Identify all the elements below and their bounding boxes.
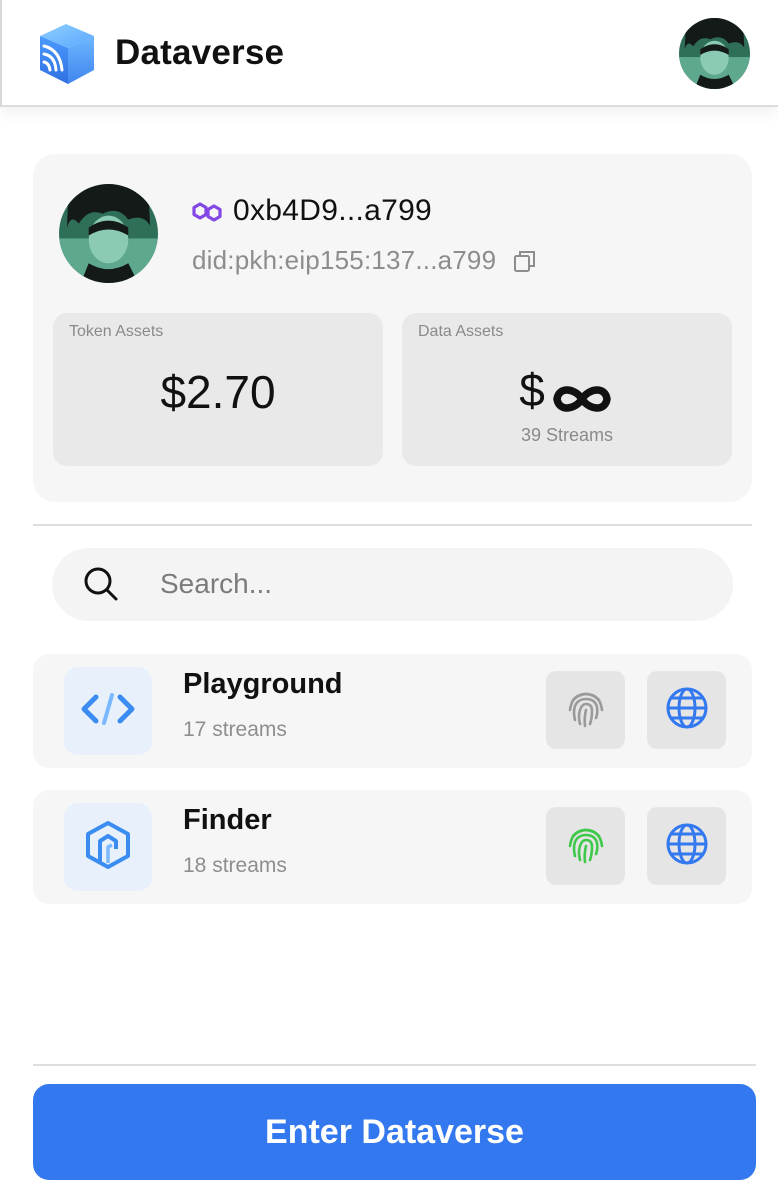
data-assets-box: Data Assets $ 39 Streams [402, 313, 732, 466]
divider [33, 1064, 756, 1066]
profile-card: 0xb4D9...a799 did:pkh:eip155:137...a799 … [33, 154, 752, 502]
search-input[interactable] [158, 562, 698, 606]
enter-dataverse-button[interactable]: Enter Dataverse [33, 1084, 756, 1180]
token-assets-label: Token Assets [69, 323, 164, 340]
did-identifier: did:pkh:eip155:137...a799 [192, 245, 497, 275]
fingerprint-icon [564, 822, 608, 871]
globe-icon [664, 685, 710, 736]
dataverse-logo-icon [36, 22, 98, 86]
divider [33, 524, 752, 526]
polygon-icon [190, 197, 224, 227]
profile-avatar [59, 184, 158, 283]
token-assets-value: $2.70 [160, 366, 276, 418]
app-title: Dataverse [115, 33, 285, 72]
data-assets-currency: $ [519, 364, 545, 416]
fingerprint-icon [564, 686, 608, 735]
app-row-playground[interactable]: Playground 17 streams [33, 654, 752, 768]
wallet-address: 0xb4D9...a799 [233, 194, 433, 227]
playground-app-icon [64, 667, 152, 755]
globe-button[interactable] [647, 671, 726, 749]
code-icon [80, 689, 136, 734]
search-icon [82, 565, 120, 603]
data-assets-value: $ [402, 363, 732, 417]
finder-app-icon [64, 803, 152, 891]
fingerprint-button[interactable] [546, 671, 625, 749]
app-stream-count: 17 streams [183, 718, 287, 741]
globe-icon [664, 821, 710, 872]
data-assets-streams: 39 Streams [520, 425, 614, 445]
app-name: Finder [183, 804, 272, 836]
fingerprint-button[interactable] [546, 807, 625, 885]
app-header: Dataverse [0, 0, 778, 107]
infinity-icon [549, 373, 615, 412]
copy-icon[interactable] [512, 248, 538, 274]
header-avatar[interactable] [679, 18, 750, 89]
finder-logo-icon [82, 819, 134, 876]
app-name: Playground [183, 668, 343, 700]
search-bar[interactable] [52, 548, 733, 621]
data-assets-label: Data Assets [418, 323, 504, 340]
app-row-finder[interactable]: Finder 18 streams [33, 790, 752, 904]
token-assets-box: Token Assets $2.70 [53, 313, 383, 466]
globe-button[interactable] [647, 807, 726, 885]
app-stream-count: 18 streams [183, 854, 287, 877]
